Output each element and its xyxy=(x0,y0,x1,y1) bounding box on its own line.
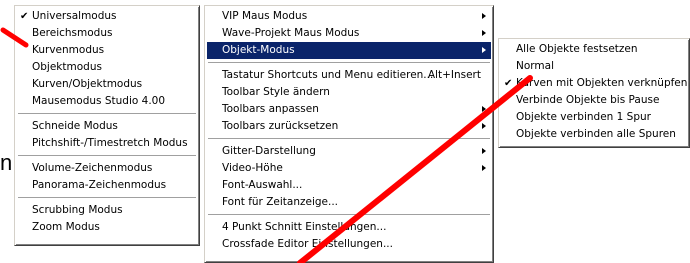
menu-item-label: Kurvenmodus xyxy=(32,44,105,56)
menu-item-label: Schneide Modus xyxy=(32,120,118,132)
menu-item-label: Crossfade Editor Einstellungen... xyxy=(222,238,393,250)
menu-item-label: Wave-Projekt Maus Modus xyxy=(222,27,360,39)
menu-item-label: Scrubbing Modus xyxy=(32,204,123,216)
options-item-wave-projekt-maus-modus[interactable]: Wave-Projekt Maus Modus xyxy=(207,25,491,42)
options-item-toolbars-anpassen[interactable]: Toolbars anpassen xyxy=(207,101,491,118)
menu-item-label: Objekte verbinden 1 Spur xyxy=(516,111,651,123)
menu-item-label: Pitchshift-/Timestretch Modus xyxy=(32,137,188,149)
options-item-4-punkt-schnitt-einstellungen[interactable]: 4 Punkt Schnitt Einstellungen... xyxy=(207,219,491,236)
menu-item-label: Normal xyxy=(516,60,554,72)
background-text-fragment: n xyxy=(0,150,13,175)
options-item-gitter-darstellung[interactable]: Gitter-Darstellung xyxy=(207,143,491,160)
mouse-mode-menu: ✔ Universalmodus Bereichsmodus Kurvenmodus O… xyxy=(14,5,200,246)
object-mode-item-alle-objekte-festsetzen[interactable]: Alle Objekte festsetzen xyxy=(501,41,687,58)
options-item-vip-maus-modus[interactable]: VIP Maus Modus xyxy=(207,8,491,25)
submenu-arrow-icon xyxy=(482,30,486,36)
options-item-font-für-zeitanzeige[interactable]: Font für Zeitanzeige... xyxy=(207,194,491,211)
mouse-mode-item-mausemodus-studio-4-00[interactable]: Mausemodus Studio 4.00 xyxy=(17,93,197,110)
menu-separator xyxy=(207,135,491,143)
checkmark-icon: ✔ xyxy=(20,11,29,22)
menu-item-label: Kurven mit Objekten verknüpfen xyxy=(516,77,688,89)
menu-item-label: Gitter-Darstellung xyxy=(222,145,316,157)
options-item-font-auswahl[interactable]: Font-Auswahl... xyxy=(207,177,491,194)
checkmark-icon: ✔ xyxy=(504,78,513,89)
menu-item-label: Objekte verbinden alle Spuren xyxy=(516,128,676,140)
mouse-mode-item-objektmodus[interactable]: Objektmodus xyxy=(17,59,197,76)
menu-item-label: Universalmodus xyxy=(32,10,117,22)
menu-item-label: Bereichsmodus xyxy=(32,27,113,39)
menu-item-label: Panorama-Zeichenmodus xyxy=(32,179,167,191)
submenu-arrow-icon xyxy=(482,165,486,171)
mouse-mode-item-bereichsmodus[interactable]: Bereichsmodus xyxy=(17,25,197,42)
submenu-arrow-icon xyxy=(482,106,486,112)
menu-separator xyxy=(207,59,491,67)
mouse-mode-item-zoom-modus[interactable]: Zoom Modus xyxy=(17,219,197,236)
menu-item-shortcut: Alt+Insert xyxy=(427,69,481,81)
options-item-toolbar-style-ändern[interactable]: Toolbar Style ändern xyxy=(207,84,491,101)
menu-separator xyxy=(17,110,197,118)
object-mode-item-verbinde-objekte-bis-pause[interactable]: Verbinde Objekte bis Pause xyxy=(501,92,687,109)
menu-item-label: Volume-Zeichenmodus xyxy=(32,162,153,174)
object-mode-submenu: Alle Objekte festsetzen Normal ✔ Kurven mit… xyxy=(498,38,690,148)
menu-item-label: Kurven/Objektmodus xyxy=(32,78,143,90)
menu-item-label: Verbinde Objekte bis Pause xyxy=(516,94,660,106)
menu-item-label: 4 Punkt Schnitt Einstellungen... xyxy=(222,221,387,233)
mouse-mode-item-scrubbing-modus[interactable]: Scrubbing Modus xyxy=(17,202,197,219)
submenu-arrow-icon xyxy=(482,13,486,19)
object-mode-item-objekte-verbinden-1-spur[interactable]: Objekte verbinden 1 Spur xyxy=(501,109,687,126)
menu-separator xyxy=(207,211,491,219)
object-mode-item-kurven-mit-objekten-verknüpfen[interactable]: ✔ Kurven mit Objekten verknüpfen xyxy=(501,75,687,92)
submenu-arrow-icon xyxy=(482,148,486,154)
menu-item-label: Objektmodus xyxy=(32,61,102,73)
submenu-arrow-icon xyxy=(482,123,486,129)
options-item-crossfade-editor-einstellungen[interactable]: Crossfade Editor Einstellungen... xyxy=(207,236,491,253)
menu-item-label: Font für Zeitanzeige... xyxy=(222,196,339,208)
options-menu: VIP Maus Modus Wave-Projekt Maus Modus Obj… xyxy=(204,5,494,263)
menu-item-label: Toolbar Style ändern xyxy=(222,86,330,98)
mouse-mode-item-schneide-modus[interactable]: Schneide Modus xyxy=(17,118,197,135)
menu-item-label: Toolbars zurücksetzen xyxy=(222,120,339,132)
mouse-mode-item-kurvenmodus[interactable]: Kurvenmodus xyxy=(17,42,197,59)
object-mode-item-normal[interactable]: Normal xyxy=(501,58,687,75)
menu-item-label: Objekt-Modus xyxy=(222,44,295,56)
menu-item-label: Video-Höhe xyxy=(222,162,283,174)
options-item-objekt-modus[interactable]: Objekt-Modus xyxy=(207,42,491,59)
menu-item-label: Tastatur Shortcuts und Menu editieren... xyxy=(222,69,434,81)
options-item-video-höhe[interactable]: Video-Höhe xyxy=(207,160,491,177)
menu-item-label: VIP Maus Modus xyxy=(222,10,308,22)
menu-separator xyxy=(17,152,197,160)
menu-item-label: Zoom Modus xyxy=(32,221,100,233)
options-item-toolbars-zurücksetzen[interactable]: Toolbars zurücksetzen xyxy=(207,118,491,135)
mouse-mode-item-volume-zeichenmodus[interactable]: Volume-Zeichenmodus xyxy=(17,160,197,177)
mouse-mode-item-pitchshift-timestretch-modus[interactable]: Pitchshift-/Timestretch Modus xyxy=(17,135,197,152)
menu-item-label: Alle Objekte festsetzen xyxy=(516,43,638,55)
menu-separator xyxy=(17,194,197,202)
options-item-tastatur-shortcuts-und-menu-editieren[interactable]: Tastatur Shortcuts und Menu editieren...… xyxy=(207,67,491,84)
mouse-mode-item-kurven-objektmodus[interactable]: Kurven/Objektmodus xyxy=(17,76,197,93)
mouse-mode-item-universalmodus[interactable]: ✔ Universalmodus xyxy=(17,8,197,25)
menu-item-label: Toolbars anpassen xyxy=(222,103,319,115)
mouse-mode-item-panorama-zeichenmodus[interactable]: Panorama-Zeichenmodus xyxy=(17,177,197,194)
menu-item-label: Mausemodus Studio 4.00 xyxy=(32,95,166,107)
submenu-arrow-icon xyxy=(482,47,486,53)
menu-item-label: Font-Auswahl... xyxy=(222,179,303,191)
object-mode-item-objekte-verbinden-alle-spuren[interactable]: Objekte verbinden alle Spuren xyxy=(501,126,687,143)
